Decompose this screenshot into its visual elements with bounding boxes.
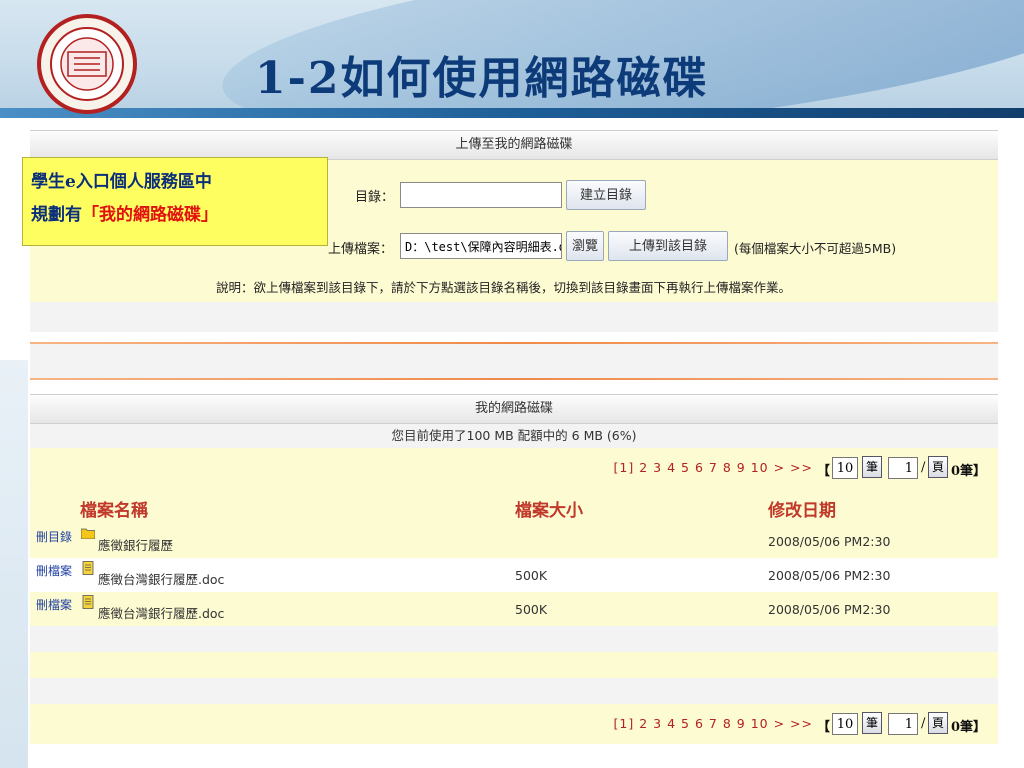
page-number-input[interactable]: 1: [888, 457, 918, 479]
pager-page-5[interactable]: 5: [681, 716, 690, 731]
page-go-button[interactable]: 頁: [928, 456, 948, 478]
pager-current-page[interactable]: [1]: [613, 460, 634, 475]
pager-page-6[interactable]: 6: [695, 460, 704, 475]
slide-title: 1-2如何使用網路磁碟: [255, 53, 709, 104]
page-go-button[interactable]: 頁: [928, 712, 948, 734]
pager-next[interactable]: >: [774, 716, 785, 731]
callout-line-2: 規劃有「我的網路磁碟」: [31, 199, 319, 232]
file-name-link[interactable]: 應徵銀行履歷: [98, 535, 173, 554]
blank-row: [30, 344, 998, 378]
column-header-date[interactable]: 修改日期: [768, 496, 836, 521]
directory-input[interactable]: [400, 182, 562, 208]
per-page-button[interactable]: 筆: [862, 456, 882, 478]
upload-panel-title: 上傳至我的網路磁碟: [30, 130, 998, 160]
upload-spacer-row: [30, 302, 998, 332]
file-name-link[interactable]: 應徵台灣銀行履歷.doc: [98, 603, 224, 622]
upload-file-label: 上傳檔案：: [328, 242, 394, 257]
pager-open-bracket: 【: [817, 464, 831, 479]
pager-last[interactable]: >>: [790, 716, 813, 731]
slide-header: 1-2如何使用網路磁碟: [0, 0, 1024, 118]
pager-page-3[interactable]: 3: [653, 716, 662, 731]
pager-page-4[interactable]: 4: [667, 716, 676, 731]
callout-prefix: 規劃有: [31, 205, 82, 225]
per-page-button[interactable]: 筆: [862, 712, 882, 734]
file-date: 2008/05/06 PM2:30: [768, 602, 891, 617]
page-number-input[interactable]: 1: [888, 713, 918, 735]
gap: [30, 380, 998, 394]
pager-page-2[interactable]: 2: [639, 460, 648, 475]
callout-line-1: 學生e入口個人服務區中: [31, 172, 212, 192]
pager-page-2[interactable]: 2: [639, 716, 648, 731]
pager-page-7[interactable]: 7: [709, 716, 718, 731]
pager-page-7[interactable]: 7: [709, 460, 718, 475]
pager-slash: /: [921, 460, 926, 475]
pager-last[interactable]: >>: [790, 460, 813, 475]
file-date: 2008/05/06 PM2:30: [768, 534, 891, 549]
document-icon: [82, 595, 94, 609]
column-header-size[interactable]: 檔案大小: [515, 496, 583, 521]
quota-usage-text: 您目前使用了100 MB 配額中的 6 MB (6%): [30, 424, 998, 448]
pager-total: 0筆】: [951, 720, 987, 735]
pager-open-bracket: 【: [817, 720, 831, 735]
file-size: 500K: [515, 568, 548, 583]
pager-page-10[interactable]: 10: [751, 716, 769, 731]
table-row: 刪目錄 應徵銀行履歷 2008/05/06 PM2:30: [30, 524, 998, 558]
delete-file-link[interactable]: 刪檔案: [36, 596, 72, 613]
folder-icon: [81, 528, 95, 539]
callout-highlight: 「我的網路磁碟」: [82, 205, 218, 225]
pager-bottom: [1] 2 3 4 5 6 7 8 9 10 > >> 【 10 筆 1 / 頁…: [30, 704, 998, 744]
directory-label: 目錄：: [355, 190, 395, 205]
pager-page-9[interactable]: 9: [737, 460, 746, 475]
pager-page-8[interactable]: 8: [723, 460, 732, 475]
callout-note: 學生e入口個人服務區中 規劃有「我的網路磁碟」: [22, 157, 328, 246]
per-page-input[interactable]: 10: [832, 457, 858, 479]
pager-page-6[interactable]: 6: [695, 716, 704, 731]
side-decoration: [0, 360, 28, 768]
soochow-university-logo-icon: [37, 14, 137, 114]
gap: [30, 332, 998, 342]
pager-links: [1] 2 3 4 5 6 7 8 9 10 > >>: [613, 460, 813, 475]
upload-file-input[interactable]: D：\test\保障內容明細表.dc: [400, 233, 562, 259]
empty-row: [30, 652, 998, 678]
upload-instruction: 說明：欲上傳檔案到該目錄下，請於下方點選該目錄名稱後，切換到該目錄畫面下再執行上…: [216, 280, 792, 295]
pager-total: 0筆】: [951, 464, 987, 479]
pager-next[interactable]: >: [774, 460, 785, 475]
pager-page-9[interactable]: 9: [737, 716, 746, 731]
disk-panel-title: 我的網路磁碟: [30, 394, 998, 424]
table-row: 刪檔案 應徵台灣銀行履歷.doc 500K 2008/05/06 PM2:30: [30, 558, 998, 592]
pager-slash: /: [921, 716, 926, 731]
upload-to-directory-button[interactable]: 上傳到該目錄: [608, 231, 728, 261]
browse-button[interactable]: 瀏覽: [566, 231, 604, 261]
delete-file-link[interactable]: 刪檔案: [36, 562, 72, 579]
column-header-name[interactable]: 檔案名稱: [80, 496, 148, 521]
delete-directory-link[interactable]: 刪目錄: [36, 528, 72, 545]
create-directory-button[interactable]: 建立目錄: [566, 180, 646, 210]
pager-links-bottom: [1] 2 3 4 5 6 7 8 9 10 > >>: [613, 716, 813, 731]
pager-current-page[interactable]: [1]: [613, 716, 634, 731]
file-name-link[interactable]: 應徵台灣銀行履歷.doc: [98, 569, 224, 588]
file-size: 500K: [515, 602, 548, 617]
empty-row: [30, 678, 998, 704]
file-table-header: 檔案名稱 檔案大小 修改日期: [30, 488, 998, 524]
empty-row: [30, 626, 998, 652]
pager-top: [1] 2 3 4 5 6 7 8 9 10 > >> 【 10 筆 1 / 頁…: [30, 448, 998, 488]
document-icon: [82, 561, 94, 575]
table-row: 刪檔案 應徵台灣銀行履歷.doc 500K 2008/05/06 PM2:30: [30, 592, 998, 626]
file-size-note: (每個檔案大小不可超過5MB): [734, 241, 897, 256]
pager-page-10[interactable]: 10: [751, 460, 769, 475]
header-band: [0, 108, 1024, 118]
pager-page-5[interactable]: 5: [681, 460, 690, 475]
file-date: 2008/05/06 PM2:30: [768, 568, 891, 583]
pager-page-8[interactable]: 8: [723, 716, 732, 731]
pager-page-4[interactable]: 4: [667, 460, 676, 475]
pager-page-3[interactable]: 3: [653, 460, 662, 475]
per-page-input[interactable]: 10: [832, 713, 858, 735]
